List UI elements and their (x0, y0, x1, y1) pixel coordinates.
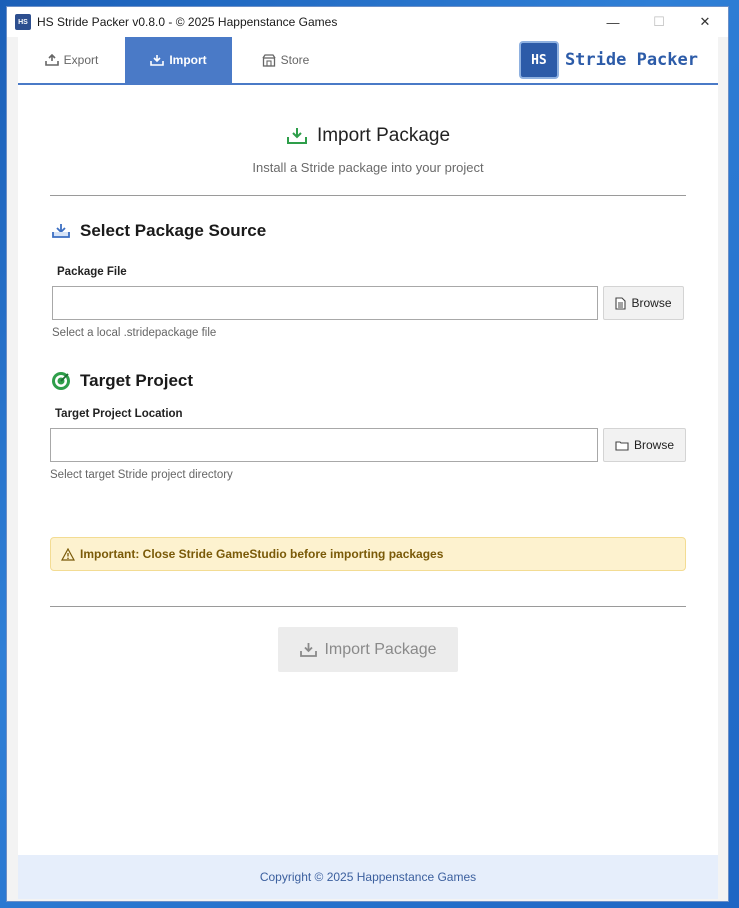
import-icon (150, 55, 165, 66)
package-file-hint: Select a local .stridepackage file (52, 327, 217, 339)
copyright-text: Copyright © 2025 Happenstance Games (259, 870, 477, 884)
import-panel: Import Package Install a Stride package … (18, 85, 718, 851)
footer-divider (50, 606, 686, 607)
content-area: Export Import Store HS Stride Packer Imp… (18, 37, 718, 899)
tab-import-label: Import (169, 53, 207, 67)
page-title-text: Import Package (316, 125, 451, 146)
folder-icon (615, 440, 629, 451)
document-icon (615, 296, 627, 310)
page-title: Import Package (18, 125, 718, 147)
app-window: HS HS Stride Packer v0.8.0 - © 2025 Happ… (6, 6, 729, 902)
footer: Copyright © 2025 Happenstance Games (18, 855, 718, 899)
target-browse-label: Browse (633, 438, 674, 452)
warning-banner: Important: Close Stride GameStudio befor… (50, 537, 686, 571)
brand-logo: HS (518, 41, 559, 79)
source-section-title-text: Select Package Source (80, 221, 267, 240)
header-divider (50, 195, 686, 196)
import-icon (286, 128, 307, 144)
tab-store[interactable]: Store (232, 37, 339, 83)
store-icon (262, 53, 276, 67)
tab-import[interactable]: Import (125, 37, 232, 83)
target-location-input[interactable] (50, 428, 598, 462)
target-section-title: Target Project (51, 371, 193, 391)
warning-text: Important: Close Stride GameStudio befor… (80, 547, 444, 561)
tab-export[interactable]: Export (18, 37, 125, 83)
close-button[interactable]: ✕ (682, 7, 728, 37)
import-icon (52, 224, 70, 238)
import-package-label: Import Package (324, 640, 437, 658)
import-icon (300, 642, 318, 657)
tab-export-label: Export (63, 53, 99, 67)
window-title: HS Stride Packer v0.8.0 - © 2025 Happens… (37, 15, 338, 29)
tab-bar: Export Import Store HS Stride Packer (18, 37, 718, 85)
source-section-title: Select Package Source (51, 221, 266, 241)
maximize-button[interactable]: ☐ (636, 7, 682, 37)
tab-store-label: Store (280, 53, 310, 67)
package-browse-button[interactable]: Browse (603, 286, 684, 320)
import-package-button[interactable]: Import Package (278, 627, 458, 672)
package-file-input[interactable] (52, 286, 598, 320)
target-browse-button[interactable]: Browse (603, 428, 686, 462)
title-bar[interactable]: HS HS Stride Packer v0.8.0 - © 2025 Happ… (7, 7, 728, 37)
package-browse-label: Browse (631, 296, 672, 310)
window-controls: — ☐ ✕ (590, 7, 728, 37)
export-icon (44, 54, 59, 66)
target-icon (52, 372, 70, 390)
app-icon: HS (15, 14, 31, 30)
brand-name: Stride Packer (564, 50, 698, 70)
target-location-hint: Select target Stride project directory (50, 469, 233, 481)
package-file-label: Package File (57, 266, 127, 278)
page-subtitle: Install a Stride package into your proje… (252, 160, 484, 175)
target-section-title-text: Target Project (80, 371, 194, 390)
minimize-button[interactable]: — (590, 7, 636, 37)
warning-icon (61, 547, 75, 561)
brand: HS Stride Packer (518, 41, 698, 79)
target-location-label: Target Project Location (55, 408, 183, 420)
